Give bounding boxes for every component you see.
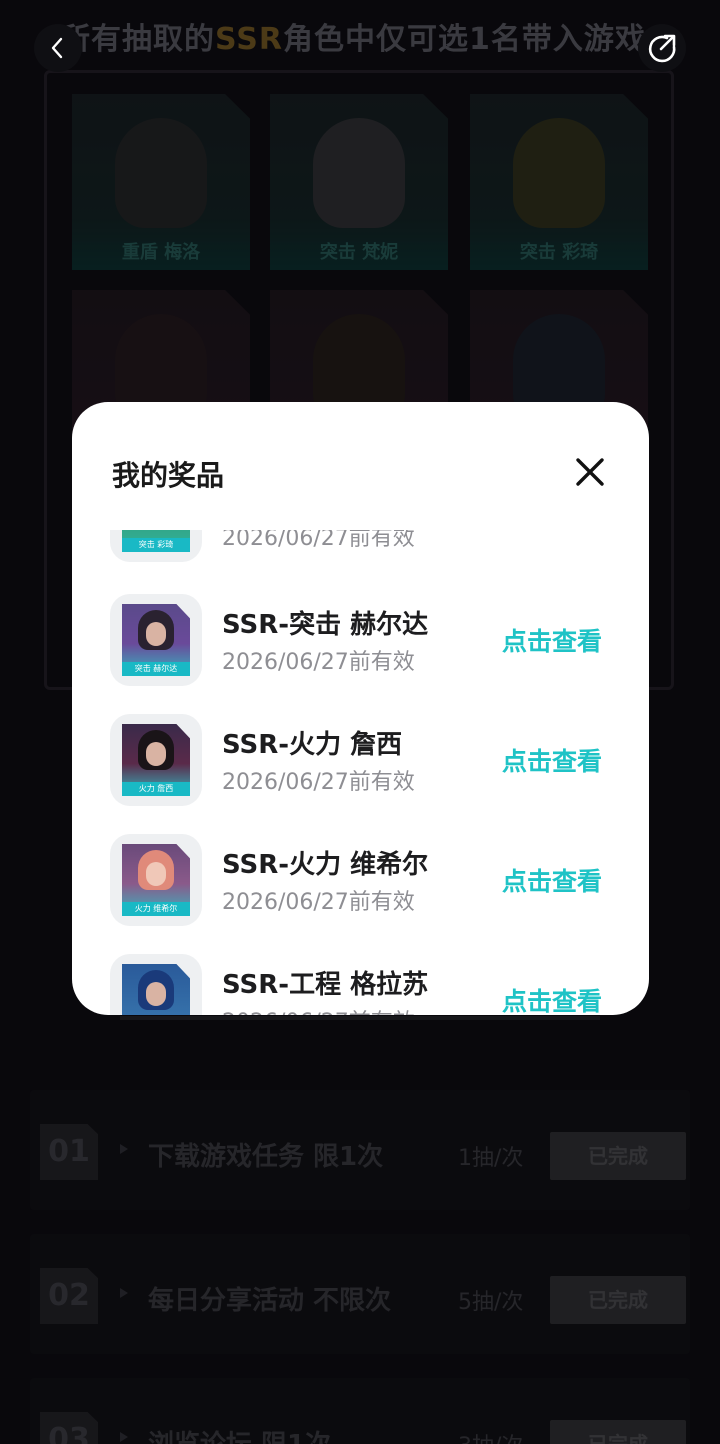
- view-prize-link[interactable]: 点击查看: [502, 982, 602, 1015]
- chevron-left-icon: [51, 37, 63, 59]
- close-icon: [576, 458, 604, 486]
- prize-expiry: 2026/06/27前有效: [222, 890, 415, 915]
- page: 所有抽取的SSR角色中仅可选1名带入游戏 重盾 梅洛 突击 梵妮 突击 彩琦 0…: [0, 0, 720, 1444]
- thumbnail-tag: 突击 彩琦: [122, 538, 190, 552]
- share-icon: [648, 34, 676, 63]
- my-prizes-modal: 我的奖品 突击 彩琦 2026/06/27前有效 突击 赫尔达 SSR-突击 赫…: [72, 402, 649, 1015]
- back-button[interactable]: [34, 24, 82, 72]
- thumbnail-tag: 火力 詹西: [122, 782, 190, 796]
- prize-item: 火力 维希尔 SSR-火力 维希尔 2026/06/27前有效 点击查看: [72, 834, 649, 954]
- prize-name: SSR-火力 詹西: [222, 730, 403, 760]
- share-button[interactable]: [638, 24, 686, 72]
- prize-list[interactable]: 突击 彩琦 2026/06/27前有效 突击 赫尔达 SSR-突击 赫尔达 20…: [72, 530, 649, 1015]
- prize-thumbnail: 突击 赫尔达: [110, 594, 202, 686]
- view-prize-link[interactable]: 点击查看: [502, 862, 602, 898]
- prize-thumbnail: 突击 彩琦: [110, 530, 202, 562]
- thumbnail-tag: 火力 维希尔: [122, 902, 190, 916]
- prize-item: SSR-工程 格拉苏 2026/06/27前有效 点击查看: [72, 954, 649, 1015]
- prize-item: 火力 詹西 SSR-火力 詹西 2026/06/27前有效 点击查看: [72, 714, 649, 834]
- prize-item: 突击 赫尔达 SSR-突击 赫尔达 2026/06/27前有效 点击查看: [72, 594, 649, 714]
- thumbnail-tag: 突击 赫尔达: [122, 662, 190, 676]
- view-prize-link[interactable]: 点击查看: [502, 622, 602, 658]
- prize-thumbnail: 火力 詹西: [110, 714, 202, 806]
- prize-item: 突击 彩琦 2026/06/27前有效: [72, 530, 649, 590]
- prize-name: SSR-工程 格拉苏: [222, 970, 429, 1000]
- prize-expiry: 2026/06/27前有效: [222, 650, 415, 675]
- modal-title: 我的奖品: [112, 459, 225, 492]
- prize-expiry: 2026/06/27前有效: [222, 770, 415, 795]
- prize-thumbnail: 火力 维希尔: [110, 834, 202, 926]
- prize-name: SSR-突击 赫尔达: [222, 610, 429, 640]
- view-prize-link[interactable]: 点击查看: [502, 742, 602, 778]
- prize-expiry: 2026/06/27前有效: [222, 530, 415, 551]
- prize-thumbnail: [110, 954, 202, 1015]
- prize-name: SSR-火力 维希尔: [222, 850, 429, 880]
- close-button[interactable]: [572, 454, 608, 490]
- prize-expiry: 2026/06/27前有效: [222, 1004, 415, 1015]
